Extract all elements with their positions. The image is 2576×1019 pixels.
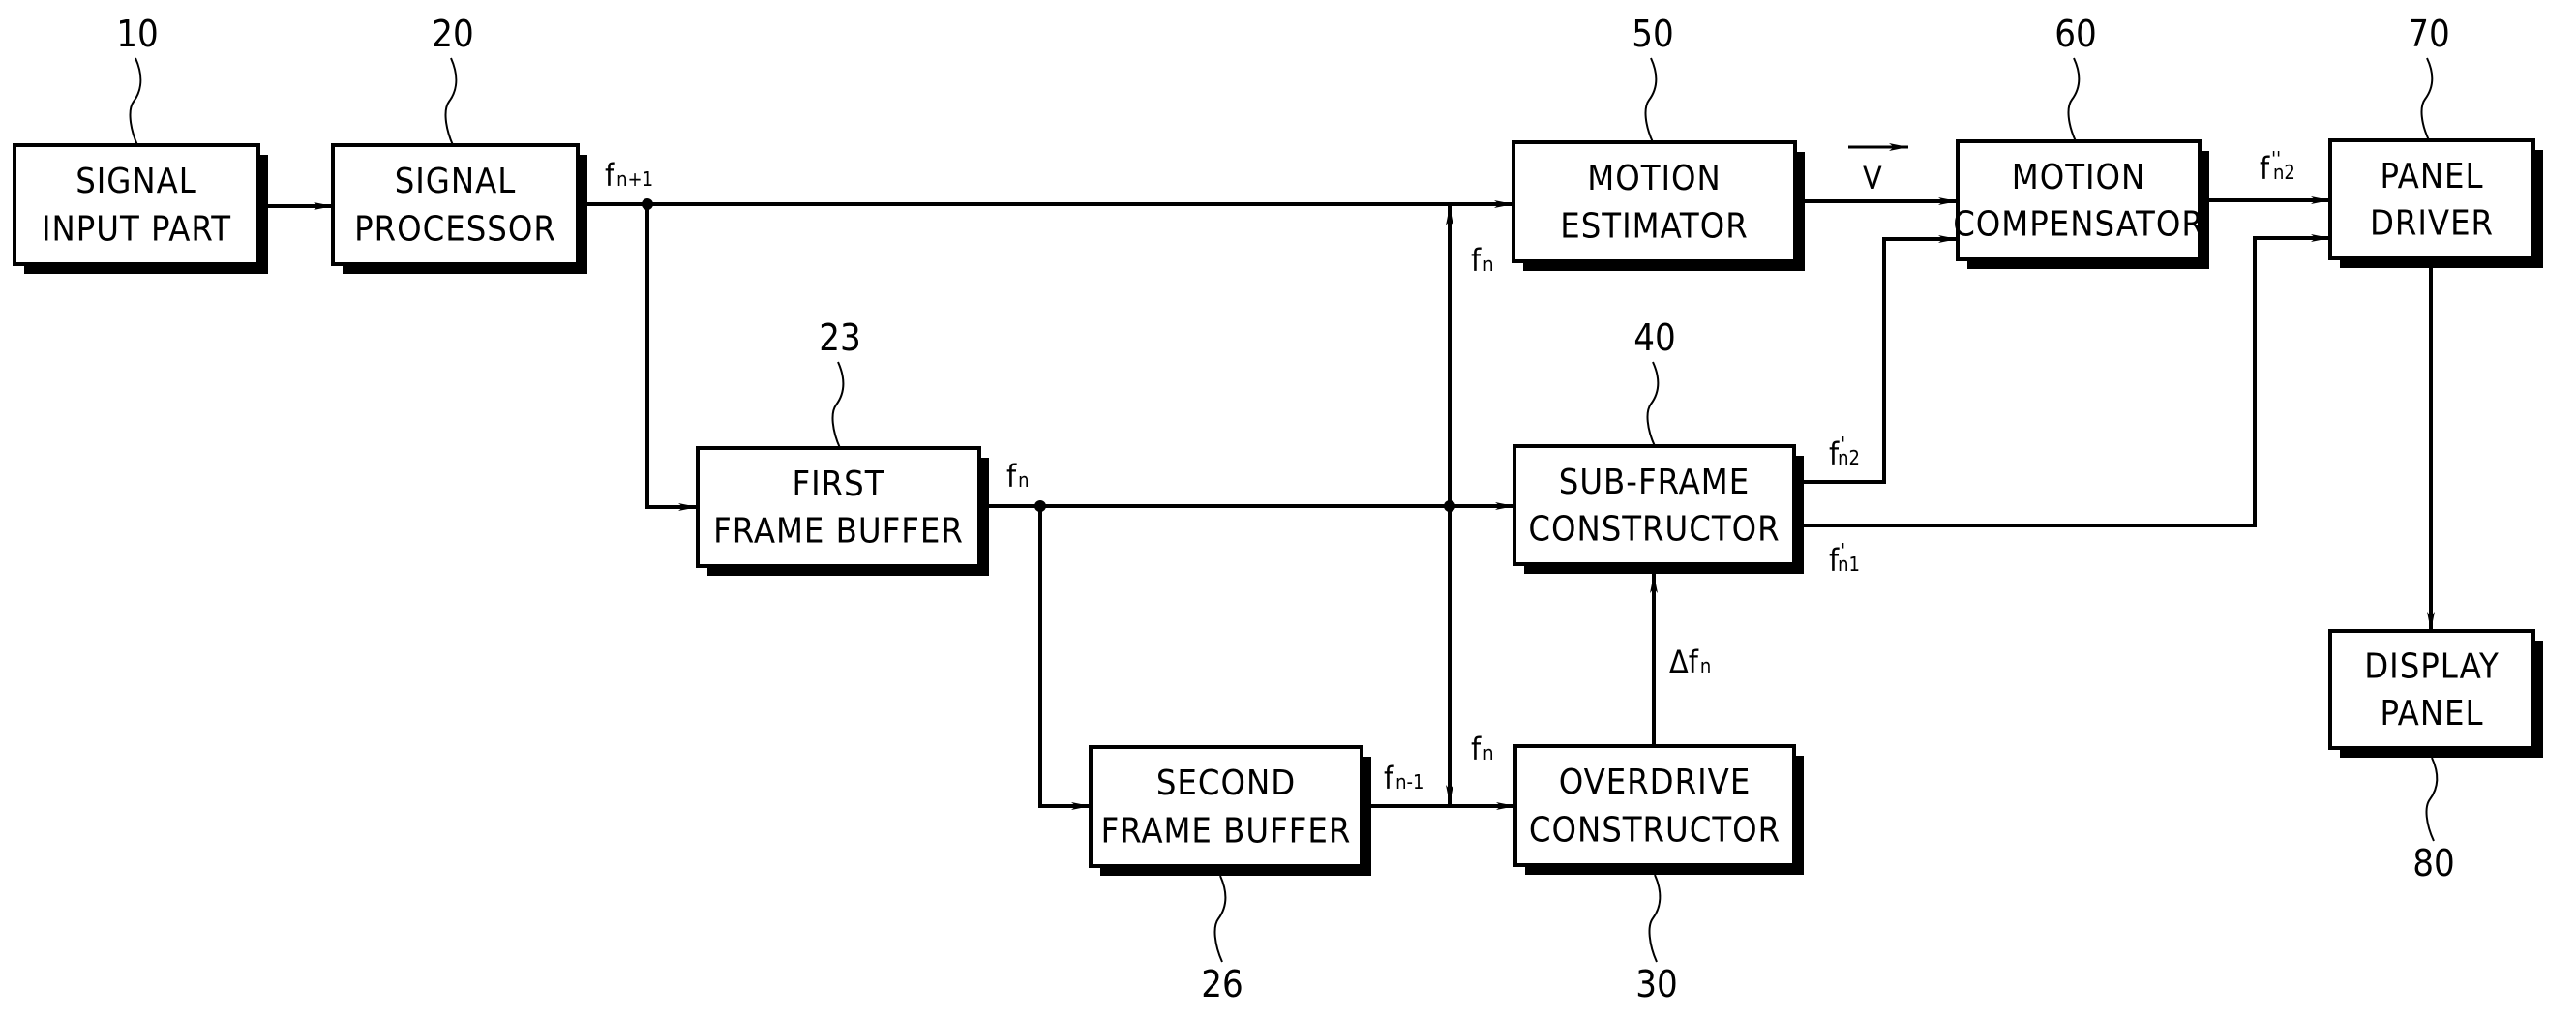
leader-line: [1213, 875, 1227, 963]
reference-80: 80: [2412, 757, 2455, 884]
reference-70: 70: [2408, 13, 2450, 141]
wires: [268, 196, 2435, 810]
leader-line: [1646, 361, 1660, 447]
reference-60: 60: [2054, 13, 2097, 142]
reference-30: 30: [1635, 874, 1678, 1005]
junction-dot: [1444, 500, 1455, 512]
leader-line: [831, 361, 845, 449]
signal-base: f: [1471, 731, 1482, 767]
block-label-line: SIGNAL: [395, 162, 517, 201]
block-motion-estimator: MOTION ESTIMATOR: [1512, 140, 1805, 271]
block-signal-processor: SIGNAL PROCESSOR: [331, 143, 587, 274]
block-overdrive-constructor: OVERDRIVE CONSTRUCTOR: [1513, 744, 1804, 875]
reference-numeral: 20: [432, 13, 474, 55]
reference-50: 50: [1632, 13, 1674, 143]
block-label-line: PANEL: [2380, 694, 2483, 734]
wire-fn2-prime-to-compensator: [1804, 235, 1958, 484]
signal-label-fn-down: fn: [1471, 731, 1494, 767]
block-label-line: COMPENSATOR: [1953, 205, 2204, 245]
junction-dot: [642, 198, 653, 210]
block-label-line: PROCESSOR: [354, 209, 556, 249]
leader-line: [1644, 57, 1658, 143]
block-motion-compensator: MOTION COMPENSATOR: [1953, 139, 2209, 269]
block-label-line: ESTIMATOR: [1560, 206, 1748, 246]
reference-numeral: 23: [819, 316, 861, 359]
reference-numeral: 40: [1633, 316, 1676, 359]
signal-subscript: n2: [2273, 161, 2295, 184]
junction-dot: [1034, 500, 1046, 512]
reference-numeral: 60: [2054, 13, 2097, 55]
signal-subscript: n: [1483, 741, 1493, 764]
signal-base: f: [1384, 760, 1394, 796]
block-label-line: CONSTRUCTOR: [1529, 810, 1781, 850]
reference-numeral: 26: [1201, 963, 1243, 1005]
reference-40: 40: [1633, 316, 1676, 447]
signal-label-fn-first-out: fn: [1006, 458, 1030, 495]
signal-base: f: [1471, 242, 1482, 279]
block-diagram: SIGNAL INPUT PART SIGNAL PROCESSOR FIRST FRAM…: [13, 13, 2543, 1005]
leader-line: [444, 57, 458, 146]
block-first-frame-buffer: FIRST FRAME BUFFER: [696, 446, 989, 576]
signal-subscript: n: [1700, 654, 1711, 677]
block-label-line: CONSTRUCTOR: [1528, 510, 1780, 550]
block-label-line: FRAME BUFFER: [1101, 811, 1352, 851]
leader-line: [2067, 57, 2081, 142]
block-label-line: PANEL: [2380, 157, 2483, 196]
reference-26: 26: [1201, 875, 1243, 1005]
block-label-line: DISPLAY: [2364, 646, 2500, 686]
reference-numeral: 10: [116, 13, 159, 55]
reference-23: 23: [819, 316, 861, 449]
signal-base: f: [1006, 458, 1017, 495]
block-label-line: SECOND: [1156, 764, 1296, 803]
signal-label-fn2-double-prime: f '' n2: [2260, 147, 2295, 187]
signal-subscript: n2: [1838, 446, 1860, 469]
signal-subscript: n: [1018, 468, 1029, 492]
block-panel-driver: PANEL DRIVER: [2328, 138, 2543, 268]
reference-10: 10: [116, 13, 159, 146]
wire-processor-to-first-buffer: [645, 204, 698, 511]
reference-numeral: 50: [1632, 13, 1674, 55]
signal-label-fn1-prime: f ' n1: [1829, 539, 1860, 579]
block-label-line: DRIVER: [2370, 204, 2494, 244]
signal-label-fn2-prime: f ' n2: [1829, 433, 1860, 472]
signal-label-fn-minus-1: f n-1: [1384, 760, 1423, 796]
block-display-panel: DISPLAY PANEL: [2328, 629, 2543, 758]
signal-label-fn-plus-1: f n+1: [605, 157, 653, 194]
signal-subscript: n1: [1838, 553, 1860, 576]
signal-label-fn-up: fn: [1471, 242, 1494, 279]
block-label-line: OVERDRIVE: [1559, 763, 1752, 802]
block-label-line: FIRST: [792, 465, 884, 504]
signal-base: Δf: [1669, 644, 1699, 680]
block-second-frame-buffer: SECOND FRAME BUFFER: [1089, 745, 1371, 876]
reference-20: 20: [432, 13, 474, 146]
block-signal-input-part: SIGNAL INPUT PART: [13, 143, 268, 274]
signal-label-delta-fn: Δf n: [1669, 644, 1711, 680]
block-label-line: SUB-FRAME: [1559, 463, 1750, 502]
signal-label-v: V: [1863, 160, 1882, 196]
signal-subscript: n-1: [1395, 770, 1423, 794]
wire-first-buffer-to-second-buffer: [1038, 506, 1091, 810]
signal-subscript: n: [1483, 253, 1493, 276]
leader-line: [2425, 757, 2439, 842]
leader-line: [129, 57, 142, 146]
block-label-line: SIGNAL: [75, 162, 197, 201]
block-label-line: MOTION: [2012, 158, 2145, 197]
signal-subscript: n+1: [616, 167, 653, 191]
reference-numeral: 30: [1635, 963, 1678, 1005]
reference-numeral: 80: [2412, 842, 2455, 884]
block-sub-frame-constructor: SUB-FRAME CONSTRUCTOR: [1513, 444, 1804, 574]
block-label-line: FRAME BUFFER: [713, 512, 964, 552]
block-label-line: INPUT PART: [42, 209, 231, 249]
signal-base: f: [605, 157, 615, 194]
reference-numeral: 70: [2408, 13, 2450, 55]
signal-base: V: [1863, 160, 1882, 196]
leader-line: [1648, 874, 1662, 963]
signal-base: f: [2260, 150, 2270, 187]
block-label-line: MOTION: [1587, 159, 1721, 198]
leader-line: [2420, 57, 2434, 141]
